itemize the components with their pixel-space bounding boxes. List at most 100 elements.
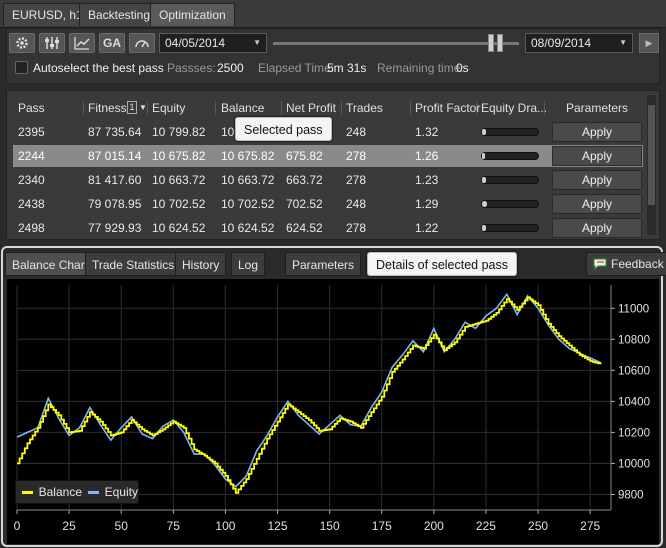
x-tick-label: 275 bbox=[580, 519, 600, 533]
chevron-down-icon: ▼ bbox=[253, 38, 261, 47]
x-tick-label: 75 bbox=[167, 519, 181, 533]
col-header-net-profit[interactable]: Net Profit bbox=[286, 97, 336, 119]
chart-legend: Balance Equity bbox=[15, 480, 139, 504]
apply-button[interactable]: Apply bbox=[552, 146, 642, 166]
equity-drawdown-bar bbox=[481, 224, 539, 232]
table-row[interactable]: 2340 81 417.60 10 663.72 10 663.72 663.72 278… bbox=[13, 169, 643, 191]
legend-balance: Balance bbox=[38, 485, 82, 499]
table-row[interactable]: 2438 79 078.95 10 702.52 10 702.52 702.52 248… bbox=[13, 193, 643, 215]
balance-equity-plot: 0 25 50 75 100 125 150 175 200 225 250 275 9800 10000… bbox=[14, 285, 650, 533]
passes-value: 2500 bbox=[217, 61, 244, 75]
top-tab-bar: EURUSD, h1 Backtesting Optimization bbox=[0, 0, 666, 28]
cell-fitness: 81 417.60 bbox=[88, 173, 142, 187]
x-tick-label: 225 bbox=[476, 519, 496, 533]
cell-balance: 10 675.82 bbox=[221, 149, 275, 163]
x-tick-label: 0 bbox=[14, 519, 21, 533]
end-date-picker[interactable]: 08/09/2014 ▼ bbox=[525, 33, 633, 53]
cell-balance: 10 624.52 bbox=[221, 221, 275, 235]
sort-desc-icon: ▼ bbox=[139, 103, 147, 112]
y-tick-label: 11000 bbox=[618, 303, 649, 315]
chevron-down-icon: ▼ bbox=[619, 38, 627, 47]
cell-fitness: 79 078.95 bbox=[88, 197, 142, 211]
equity-series-line bbox=[16, 292, 601, 488]
details-callout: Details of selected pass bbox=[367, 252, 518, 276]
date-range-slider[interactable] bbox=[273, 42, 519, 45]
grid-scrollbar[interactable] bbox=[647, 95, 656, 235]
col-header-profit-factor[interactable]: Profit Factor bbox=[415, 97, 480, 119]
start-date-picker[interactable]: 04/05/2014 ▼ bbox=[159, 33, 267, 53]
start-date-value: 04/05/2014 bbox=[165, 36, 226, 50]
col-header-equity[interactable]: Equity bbox=[152, 97, 185, 119]
cell-equity: 10 624.52 bbox=[152, 221, 206, 235]
x-tick-label: 150 bbox=[320, 519, 340, 533]
speedometer-icon[interactable] bbox=[129, 33, 155, 53]
feedback-button[interactable]: Feedback bbox=[586, 252, 666, 276]
table-row[interactable]: 2498 77 929.93 10 624.52 10 624.52 624.52 278… bbox=[13, 217, 643, 239]
cell-equity: 10 799.82 bbox=[152, 125, 206, 139]
cell-pass: 2244 bbox=[18, 149, 45, 163]
cell-balance: 10 702.52 bbox=[221, 197, 275, 211]
table-row[interactable]: 2244 87 015.14 10 675.82 10 675.82 675.82 278… bbox=[13, 145, 643, 167]
cell-trades: 278 bbox=[346, 221, 367, 235]
col-header-pass[interactable]: Pass bbox=[18, 97, 45, 119]
tab-parameters[interactable]: Parameters bbox=[285, 252, 362, 276]
tab-balance-chart[interactable]: Balance Chart bbox=[5, 252, 96, 276]
apply-button[interactable]: Apply bbox=[552, 122, 642, 142]
cell-trades: 248 bbox=[346, 197, 367, 211]
elapsed-label: Elapsed Time: bbox=[258, 61, 335, 75]
col-header-equity-drawdown[interactable]: Equity Dra... bbox=[481, 97, 547, 119]
remaining-label: Remaining time: bbox=[377, 61, 464, 75]
y-tick-label: 10000 bbox=[618, 458, 650, 470]
cell-trades: 278 bbox=[346, 173, 367, 187]
y-tick-label: 10800 bbox=[618, 334, 650, 346]
drawdown-fill bbox=[482, 153, 486, 159]
x-tick-label: 125 bbox=[268, 519, 288, 533]
y-tick-label: 10200 bbox=[618, 427, 650, 439]
apply-button[interactable]: Apply bbox=[552, 194, 642, 214]
elapsed-value: 5m 31s bbox=[327, 61, 367, 75]
col-header-fitness[interactable]: Fitness bbox=[88, 97, 127, 119]
tab-trade-statistics[interactable]: Trade Statistics bbox=[85, 252, 182, 276]
speech-bubble-icon bbox=[593, 258, 607, 270]
apply-button[interactable]: Apply bbox=[552, 170, 642, 190]
tab-history[interactable]: History bbox=[175, 252, 227, 276]
legend-swatch-equity bbox=[88, 490, 99, 494]
autoselect-checkbox[interactable] bbox=[15, 61, 28, 74]
col-header-parameters[interactable]: Parameters bbox=[566, 97, 628, 119]
legend-equity: Equity bbox=[104, 485, 138, 499]
x-tick-label: 250 bbox=[528, 519, 548, 533]
cell-net: 702.52 bbox=[286, 197, 323, 211]
passes-label: Passses: bbox=[167, 61, 216, 75]
cell-trades: 248 bbox=[346, 125, 367, 139]
selected-pass-callout: Selected pass bbox=[235, 117, 332, 141]
line-chart-icon[interactable] bbox=[69, 33, 95, 53]
tab-log[interactable]: Log bbox=[231, 252, 266, 276]
equity-drawdown-bar bbox=[481, 176, 539, 184]
slider-handle-end[interactable] bbox=[497, 34, 503, 52]
balance-chart: 0 25 50 75 100 125 150 175 200 225 250 275 9800 10000… bbox=[7, 279, 659, 544]
col-header-balance[interactable]: Balance bbox=[221, 97, 264, 119]
tab-backtesting[interactable]: Backtesting bbox=[79, 3, 160, 26]
cell-pass: 2438 bbox=[18, 197, 45, 211]
genetic-algorithm-button[interactable]: GA bbox=[99, 33, 125, 53]
cell-trades: 278 bbox=[346, 149, 367, 163]
cell-net: 663.72 bbox=[286, 173, 323, 187]
feedback-label: Feedback bbox=[611, 257, 664, 271]
x-tick-label: 50 bbox=[115, 519, 129, 533]
cell-net: 624.52 bbox=[286, 221, 323, 235]
cell-fitness: 87 735.64 bbox=[88, 125, 142, 139]
equity-drawdown-bar bbox=[481, 200, 539, 208]
sort-index-badge: 1 bbox=[127, 101, 137, 114]
gear-icon[interactable] bbox=[9, 33, 35, 53]
play-icon[interactable]: ▶ bbox=[639, 33, 659, 53]
scrollbar-thumb[interactable] bbox=[648, 105, 655, 205]
tab-optimization[interactable]: Optimization bbox=[150, 3, 235, 26]
x-tick-label: 100 bbox=[215, 519, 235, 533]
sliders-icon[interactable] bbox=[39, 33, 65, 53]
y-tick-label: 10400 bbox=[618, 396, 650, 408]
apply-button[interactable]: Apply bbox=[552, 218, 642, 238]
col-header-trades[interactable]: Trades bbox=[346, 97, 383, 119]
pass-details-panel: Balance Chart Trade Statistics History L… bbox=[1, 246, 666, 547]
drawdown-fill bbox=[482, 225, 486, 231]
slider-handle-start[interactable] bbox=[488, 34, 494, 52]
